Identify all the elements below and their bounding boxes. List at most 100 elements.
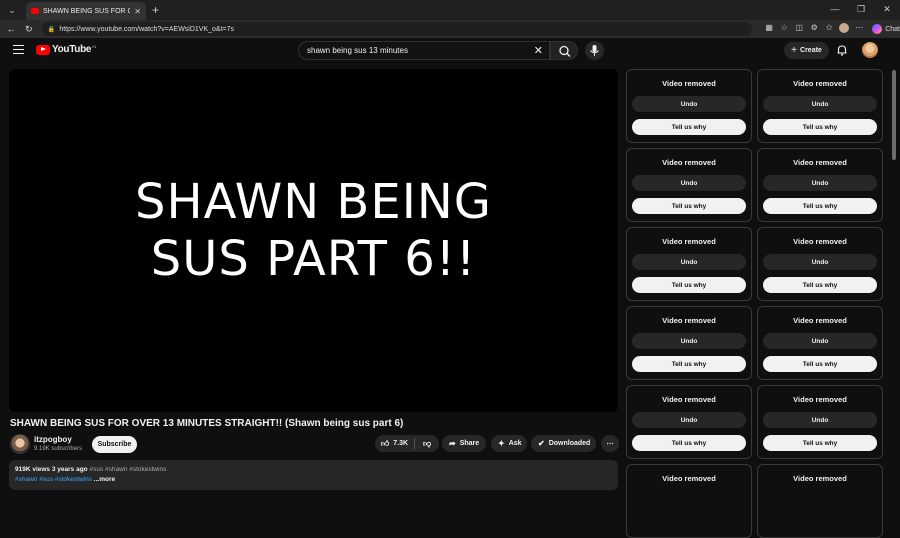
restore-icon[interactable]: ❐ bbox=[848, 0, 874, 20]
video-removed-label: Video removed bbox=[662, 158, 716, 167]
removed-video-card: Video removed Undo Tell us why bbox=[626, 69, 752, 143]
profile-icon[interactable] bbox=[839, 23, 850, 35]
removed-video-card: Video removed Undo Tell us why bbox=[626, 306, 752, 380]
extensions-icon[interactable]: ⚙ bbox=[809, 23, 819, 35]
close-tab-icon[interactable]: ✕ bbox=[134, 7, 141, 16]
split-screen-icon[interactable]: ◫ bbox=[794, 23, 804, 35]
tell-us-why-button[interactable]: Tell us why bbox=[763, 356, 877, 372]
favorite-star-icon[interactable]: ☆ bbox=[779, 23, 789, 35]
menu-icon[interactable] bbox=[13, 45, 24, 54]
subscriber-count: 9.19K subscribers bbox=[34, 446, 83, 452]
channel-avatar[interactable] bbox=[10, 434, 30, 454]
undo-button[interactable]: Undo bbox=[632, 175, 746, 191]
description-tags-top: #sus #shawn #stokestwins bbox=[89, 466, 167, 473]
like-dislike-group: 👍︎ 7.3K 👎︎ bbox=[375, 435, 439, 452]
undo-button[interactable]: Undo bbox=[632, 333, 746, 349]
description-hashtags[interactable]: #shawn #sus #stokestwins bbox=[15, 476, 92, 483]
scrollbar-thumb[interactable] bbox=[892, 70, 896, 160]
tell-us-why-button[interactable]: Tell us why bbox=[632, 198, 746, 214]
video-removed-label: Video removed bbox=[793, 474, 847, 483]
like-count: 7.3K bbox=[393, 440, 409, 447]
tab-list-chevron-icon[interactable]: ⌄ bbox=[4, 3, 20, 17]
like-button[interactable]: 👍︎ 7.3K bbox=[375, 438, 415, 449]
browser-tab[interactable]: SHAWN BEING SUS FOR OVER 13 M ✕ bbox=[26, 2, 146, 20]
search-query: shawn being sus 13 minutes bbox=[307, 46, 408, 55]
clear-search-icon[interactable]: ✕ bbox=[534, 44, 543, 57]
tell-us-why-button[interactable]: Tell us why bbox=[632, 356, 746, 372]
search-button[interactable] bbox=[550, 41, 578, 60]
undo-button[interactable]: Undo bbox=[763, 412, 877, 428]
thumbs-down-icon: 👎︎ bbox=[422, 438, 432, 448]
youtube-logo-text: YouTube bbox=[52, 44, 92, 55]
undo-button[interactable]: Undo bbox=[632, 254, 746, 270]
user-avatar[interactable] bbox=[862, 42, 878, 58]
description-box[interactable]: 919K views 3 years ago #sus #shawn #stok… bbox=[9, 460, 618, 490]
create-button[interactable]: + Create bbox=[784, 42, 829, 59]
country-code: IN bbox=[92, 44, 97, 49]
tab-title: SHAWN BEING SUS FOR OVER 13 M bbox=[43, 7, 131, 15]
video-removed-label: Video removed bbox=[662, 316, 716, 325]
youtube-favicon-icon bbox=[31, 8, 39, 14]
voice-search-button[interactable] bbox=[585, 41, 604, 60]
video-player[interactable]: SHAWN BEING SUS PART 6!! bbox=[9, 69, 618, 412]
tell-us-why-button[interactable]: Tell us why bbox=[763, 277, 877, 293]
tell-us-why-button[interactable]: Tell us why bbox=[763, 435, 877, 451]
tell-us-why-button[interactable]: Tell us why bbox=[632, 119, 746, 135]
tell-us-why-button[interactable]: Tell us why bbox=[763, 198, 877, 214]
thumbs-up-icon: 👍︎ bbox=[380, 438, 390, 448]
undo-button[interactable]: Undo bbox=[632, 412, 746, 428]
url-input[interactable]: 🔒 https://www.youtube.com/watch?v=AEWsiD… bbox=[41, 22, 753, 36]
ask-label: Ask bbox=[508, 440, 522, 447]
undo-button[interactable]: Undo bbox=[763, 333, 877, 349]
youtube-logo[interactable]: YouTube IN bbox=[36, 44, 96, 55]
share-icon: ➦ bbox=[449, 439, 456, 448]
description-line-1: 919K views 3 years ago #sus #shawn #stok… bbox=[15, 465, 612, 475]
microphone-icon bbox=[590, 45, 599, 56]
tell-us-why-button[interactable]: Tell us why bbox=[632, 435, 746, 451]
video-removed-label: Video removed bbox=[793, 237, 847, 246]
more-horizontal-icon: ⋯ bbox=[606, 440, 614, 448]
undo-button[interactable]: Undo bbox=[763, 254, 877, 270]
notifications-button[interactable] bbox=[835, 43, 849, 57]
undo-button[interactable]: Undo bbox=[763, 96, 877, 112]
page-scrollbar[interactable] bbox=[892, 66, 897, 484]
video-removed-label: Video removed bbox=[662, 474, 716, 483]
close-window-icon[interactable]: ✕ bbox=[874, 0, 900, 20]
undo-button[interactable]: Undo bbox=[763, 175, 877, 191]
show-more-link[interactable]: ...more bbox=[94, 476, 115, 483]
browser-tab-bar: ⌄ SHAWN BEING SUS FOR OVER 13 M ✕ + — ❐ … bbox=[0, 0, 900, 20]
app-icon[interactable]: ▦ bbox=[764, 23, 774, 35]
copilot-icon bbox=[872, 24, 883, 34]
removed-video-card: Video removed Undo Tell us why bbox=[757, 148, 883, 222]
video-removed-label: Video removed bbox=[793, 79, 847, 88]
new-tab-button[interactable]: + bbox=[152, 3, 159, 17]
favorites-icon[interactable]: ✩ bbox=[824, 23, 834, 35]
ask-button[interactable]: ✦ Ask bbox=[491, 435, 527, 452]
removed-video-card: Video removed Undo Tell us why bbox=[626, 148, 752, 222]
search-icon bbox=[559, 45, 571, 57]
minimize-icon[interactable]: — bbox=[822, 0, 848, 20]
youtube-play-icon bbox=[36, 44, 50, 55]
url-text: https://www.youtube.com/watch?v=AEWsiD1V… bbox=[59, 25, 235, 33]
removed-video-card: Video removed Undo Tell us why bbox=[757, 385, 883, 459]
dislike-button[interactable]: 👎︎ bbox=[415, 439, 439, 449]
back-icon[interactable]: ← bbox=[4, 24, 18, 34]
tell-us-why-button[interactable]: Tell us why bbox=[763, 119, 877, 135]
caption-line-2: SUS PART 6!! bbox=[150, 231, 477, 287]
plus-icon: + bbox=[791, 45, 798, 56]
undo-button[interactable]: Undo bbox=[632, 96, 746, 112]
search-input[interactable]: shawn being sus 13 minutes ✕ bbox=[298, 41, 550, 60]
tell-us-why-button[interactable]: Tell us why bbox=[632, 277, 746, 293]
more-options-icon[interactable]: ⋯ bbox=[854, 23, 864, 35]
share-button[interactable]: ➦ Share bbox=[442, 435, 486, 452]
video-removed-label: Video removed bbox=[662, 79, 716, 88]
more-actions-button[interactable]: ⋯ bbox=[601, 435, 619, 452]
upload-age: 3 years ago bbox=[51, 466, 88, 473]
subscribe-button[interactable]: Subscribe bbox=[92, 436, 137, 453]
copilot-chat-button[interactable]: Chat bbox=[872, 24, 900, 34]
create-label: Create bbox=[800, 47, 822, 54]
reload-icon[interactable]: ↻ bbox=[22, 24, 36, 35]
download-button[interactable]: ✔ Downloaded bbox=[531, 435, 596, 452]
video-removed-label: Video removed bbox=[793, 316, 847, 325]
channel-name[interactable]: itzpogboy bbox=[34, 435, 72, 444]
